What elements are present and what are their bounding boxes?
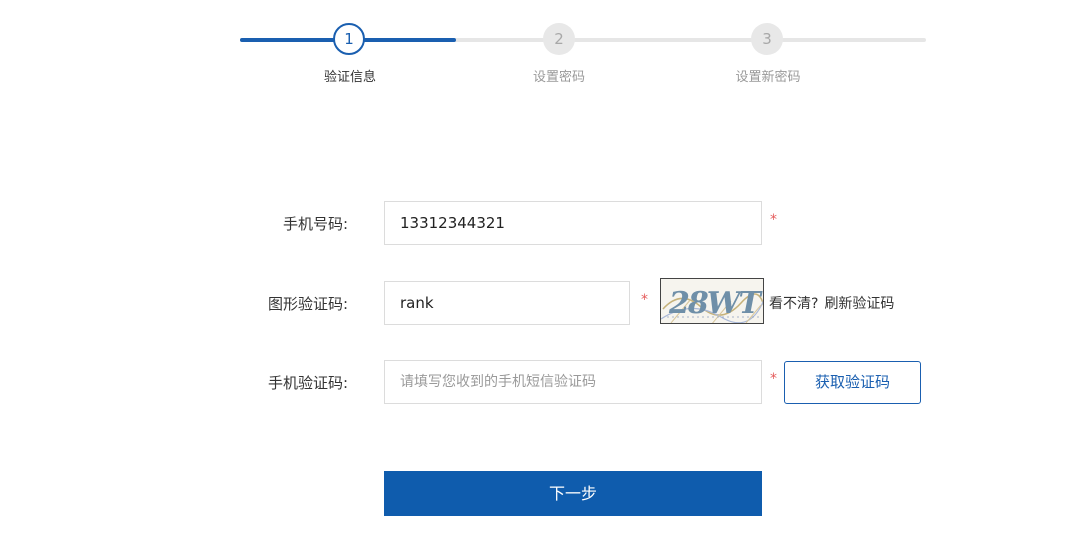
captcha-refresh-hint: 看不清? — [769, 296, 819, 312]
phone-input[interactable]: 13312344321 — [384, 201, 762, 245]
step-1-circle: 1 — [333, 23, 365, 55]
step-2-circle: 2 — [543, 23, 575, 55]
captcha-input[interactable]: rank — [384, 281, 630, 325]
next-step-button[interactable]: 下一步 — [384, 471, 762, 516]
step-3-label: 设置新密码 — [735, 70, 801, 85]
captcha-image[interactable]: 28WT — [660, 278, 764, 324]
captcha-refresh-link[interactable]: 刷新验证码 — [824, 296, 894, 312]
sms-code-input[interactable]: 请填写您收到的手机短信验证码 — [384, 360, 762, 404]
step-2-label: 设置密码 — [532, 70, 585, 85]
phone-required-mark: * — [770, 212, 777, 228]
phone-label: 手机号码: — [282, 215, 348, 233]
captcha-label: 图形验证码: — [267, 295, 348, 313]
sms-code-label: 手机验证码: — [267, 374, 348, 392]
sms-code-required-mark: * — [770, 371, 777, 387]
step-1-label: 验证信息 — [323, 70, 376, 85]
captcha-required-mark: * — [641, 292, 648, 308]
get-sms-code-button[interactable]: 获取验证码 — [784, 361, 921, 404]
step-3-circle: 3 — [751, 23, 783, 55]
captcha-refresh: 看不清? 刷新验证码 — [769, 293, 894, 313]
captcha-image-text: 28WT — [668, 286, 763, 321]
